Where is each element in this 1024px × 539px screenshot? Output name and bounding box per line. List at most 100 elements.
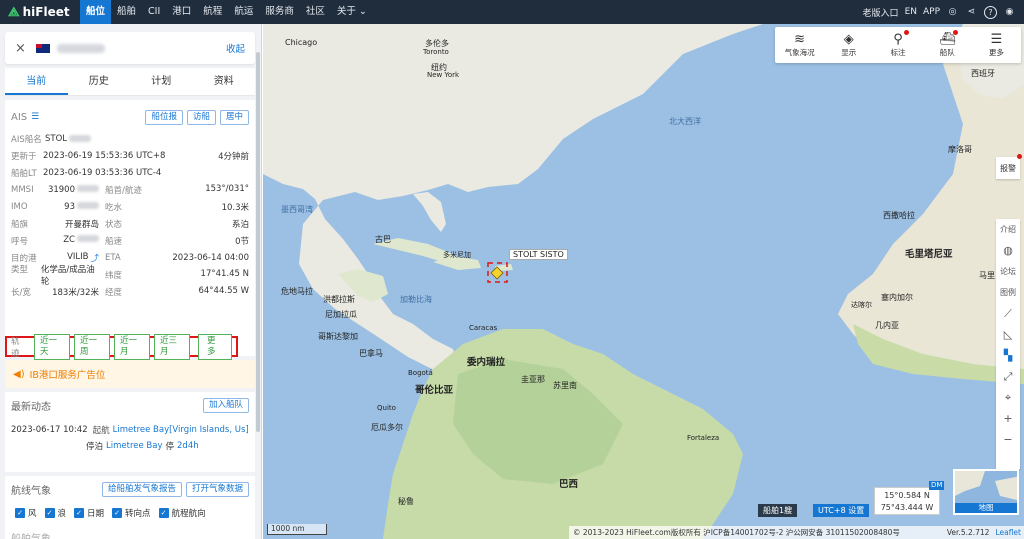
field-value: 2023-06-19 15:53:36 UTC+8 bbox=[43, 150, 166, 161]
ship-map-label[interactable]: STOLT SISTO bbox=[509, 249, 568, 260]
news-depart-port-link[interactable]: Limetree Bay[Virgin Islands, Us] bbox=[113, 425, 249, 435]
weather-sea-button[interactable]: ≋ 气象海况 bbox=[775, 27, 824, 63]
send-weather-report-button[interactable]: 给船舶发气象报告 bbox=[101, 481, 182, 497]
nav-item-port[interactable]: 港口 bbox=[166, 0, 197, 24]
field-value: 2023-06-14 04:00 bbox=[172, 252, 249, 263]
minimap[interactable]: 地图 bbox=[953, 469, 1019, 515]
nav-item-provider[interactable]: 服务商 bbox=[259, 0, 300, 24]
nav-item-community[interactable]: 社区 bbox=[300, 0, 331, 24]
leaflet-link[interactable]: Leaflet bbox=[995, 528, 1024, 537]
visit-ship-button[interactable]: 访船 bbox=[186, 109, 216, 125]
list-settings-icon[interactable]: ☰ bbox=[31, 112, 39, 122]
waypoint-checkbox[interactable]: ✓ 转向点 bbox=[112, 507, 151, 519]
field-label: 吃水 bbox=[105, 202, 123, 213]
ais-ship-name[interactable]: STOL bbox=[45, 134, 67, 144]
news-berth-label: 停泊 bbox=[86, 442, 104, 452]
zoom-out-icon[interactable]: − bbox=[996, 429, 1020, 450]
wind-checkbox[interactable]: ✓ 风 bbox=[15, 507, 37, 519]
more-button[interactable]: ☰ 更多 bbox=[972, 27, 1021, 63]
track-1month-button[interactable]: 近一月 bbox=[114, 333, 150, 360]
panel-toggle-icon[interactable]: ▚ bbox=[996, 345, 1020, 366]
map-label-dominican: 多米尼加 bbox=[443, 251, 471, 259]
user-icon[interactable]: ◉ bbox=[1003, 6, 1016, 19]
nav-item-shipping[interactable]: 航运 bbox=[228, 0, 259, 24]
coord-format-toggle[interactable]: DM bbox=[929, 481, 945, 490]
globe-icon[interactable]: ◍ bbox=[996, 240, 1020, 261]
chevron-down-icon: ⌄ bbox=[355, 6, 367, 17]
map-label-newyork-en: New York bbox=[427, 71, 460, 79]
field-label: 呼号 bbox=[11, 236, 29, 247]
ad-banner[interactable]: ◀) IB港口服务广告位 bbox=[5, 360, 255, 388]
fleet-button[interactable]: ⛴ 船队 bbox=[923, 27, 972, 63]
wave-checkbox[interactable]: ✓ 浪 bbox=[44, 507, 66, 519]
tab-profile[interactable]: 资料 bbox=[193, 68, 256, 95]
help-icon[interactable]: ? bbox=[984, 5, 997, 19]
add-to-fleet-button[interactable]: 加入船队 bbox=[202, 397, 249, 413]
date-checkbox[interactable]: ✓ 日期 bbox=[74, 507, 104, 519]
cursor-lon: 75°43.444 W bbox=[880, 503, 934, 512]
intro-button[interactable]: 介绍 bbox=[996, 219, 1020, 240]
map-label-costarica: 哥斯达黎加 bbox=[318, 332, 358, 341]
map-label-mali: 马里 bbox=[979, 271, 995, 280]
triangle-ruler-icon[interactable]: ◺ bbox=[996, 324, 1020, 345]
track-3month-button[interactable]: 近三月 bbox=[154, 333, 190, 360]
locate-icon[interactable]: ⌖ bbox=[996, 387, 1020, 408]
track-more-button[interactable]: 更多 bbox=[198, 333, 232, 360]
ship-count-badge[interactable]: 船舶1艘 bbox=[758, 504, 798, 517]
field-label: 船首/航迹 bbox=[105, 185, 142, 196]
ship-weather-title: 船舶气象 bbox=[11, 530, 51, 539]
ship-tabs: 当前 历史 计划 资料 bbox=[5, 68, 255, 96]
map-scale: 1000 nm bbox=[267, 524, 327, 535]
map-label-mauritania: 毛里塔尼亚 bbox=[905, 249, 953, 260]
cursor-coordinates: 15°0.584 N 75°43.444 W bbox=[874, 487, 940, 515]
nav-item-voyage[interactable]: 航程 bbox=[197, 0, 228, 24]
course-checkbox[interactable]: ✓ 航程航向 bbox=[158, 507, 206, 519]
display-button[interactable]: ◈ 显示 bbox=[824, 27, 873, 63]
position-report-button[interactable]: 船位报 bbox=[145, 109, 183, 125]
map-label-spain: 西班牙 bbox=[971, 69, 995, 78]
ais-row-type: 类型 化学品/成品油轮 纬度 17°41.45 N bbox=[11, 265, 249, 287]
tab-current[interactable]: 当前 bbox=[5, 68, 68, 95]
ruler-icon[interactable]: ⟋ bbox=[996, 303, 1020, 324]
close-icon[interactable]: × bbox=[15, 41, 26, 56]
legend-button[interactable]: 图例 bbox=[996, 282, 1020, 303]
app-link[interactable]: APP bbox=[923, 7, 940, 17]
old-version-link[interactable]: 老版入口 bbox=[863, 6, 899, 19]
map-label-colombia: 哥伦比亚 bbox=[415, 385, 454, 396]
tab-plan[interactable]: 计划 bbox=[130, 68, 193, 95]
nav-item-position[interactable]: 船位 bbox=[80, 0, 112, 24]
nav-item-ship[interactable]: 船舶 bbox=[111, 0, 142, 24]
fullscreen-icon[interactable]: ⤢ bbox=[996, 366, 1020, 387]
map-right-tools: 介绍 ◍ 论坛 图例 ⟋ ◺ ▚ ⤢ ⌖ + − bbox=[996, 219, 1020, 469]
tab-history[interactable]: 历史 bbox=[68, 68, 131, 95]
ais-title: AIS bbox=[11, 111, 28, 123]
alarm-button[interactable]: 报警 bbox=[996, 154, 1022, 179]
collapse-button[interactable]: 收起 bbox=[226, 41, 245, 55]
nav-item-about[interactable]: 关于 ⌄ bbox=[331, 0, 373, 24]
open-weather-data-button[interactable]: 打开气象数据 bbox=[185, 481, 249, 497]
panel-scrollbar[interactable] bbox=[256, 52, 260, 432]
track-1day-button[interactable]: 近一天 bbox=[34, 333, 70, 360]
news-depart: 2023-06-17 10:42 起航 Limetree Bay[Virgin … bbox=[5, 422, 255, 438]
map-label-toronto-en: Toronto bbox=[423, 48, 449, 56]
zoom-in-icon[interactable]: + bbox=[996, 408, 1020, 429]
news-berth-port-link[interactable]: Limetree Bay bbox=[106, 441, 162, 451]
center-button[interactable]: 居中 bbox=[219, 109, 249, 125]
news-section: 最新动态 加入船队 2023-06-17 10:42 起航 Limetree B… bbox=[5, 392, 255, 472]
ais-row-mmsi: MMSI 31900 船首/航迹 153°/031° bbox=[11, 181, 249, 198]
language-switch[interactable]: EN bbox=[905, 7, 917, 17]
share-icon[interactable]: ⋖ bbox=[965, 6, 978, 19]
nav-item-cii[interactable]: CII bbox=[142, 0, 166, 24]
wechat-icon[interactable]: ◎ bbox=[946, 6, 959, 19]
menu-icon: ☰ bbox=[990, 31, 1003, 47]
annotate-button[interactable]: ⚲ 标注 bbox=[873, 27, 922, 63]
hifleet-logo[interactable]: ⟁ hiFleet bbox=[0, 0, 80, 24]
forum-button[interactable]: 论坛 bbox=[996, 261, 1020, 282]
ais-row-flag: 船旗 开曼群岛 状态 系泊 bbox=[11, 215, 249, 232]
field-label: 更新于 bbox=[11, 151, 37, 162]
weather-title: 航线气象 bbox=[11, 485, 51, 497]
map-canvas[interactable]: Chicago 多伦多 Toronto 纽约 New York 西班牙 北大西洋… bbox=[263, 24, 1024, 539]
field-value: 10.3米 bbox=[221, 202, 249, 213]
track-1week-button[interactable]: 近一周 bbox=[74, 333, 110, 360]
utc-settings-button[interactable]: UTC+8 设置 bbox=[813, 504, 870, 517]
